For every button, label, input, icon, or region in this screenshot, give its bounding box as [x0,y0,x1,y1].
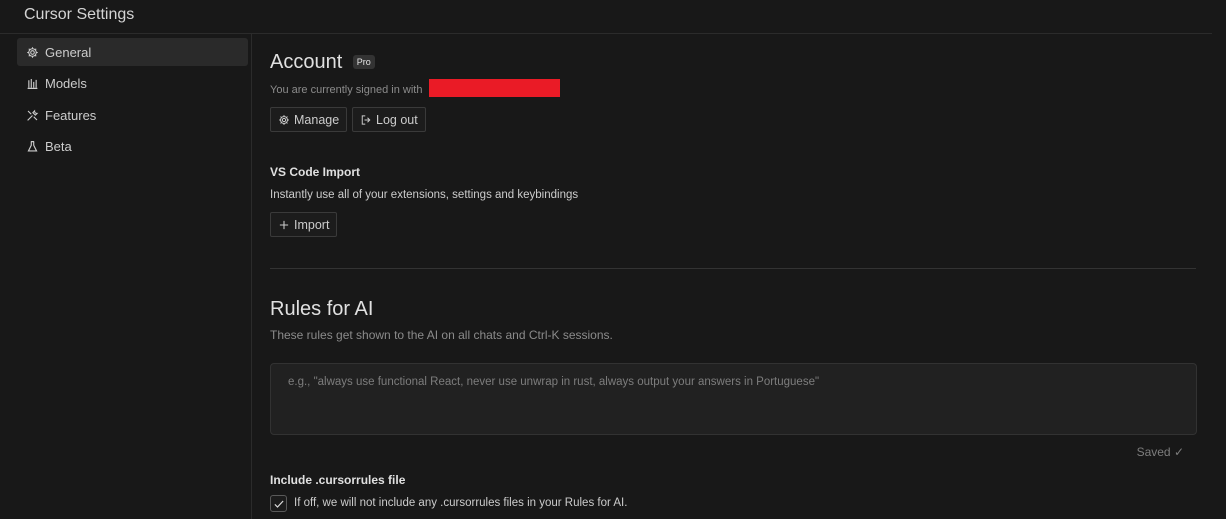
bar-chart-icon [25,76,39,90]
redacted-email [428,79,560,97]
logout-button[interactable]: Log out [352,107,426,132]
rules-title: Rules for AI [270,298,374,320]
gear-icon [278,114,290,126]
sidebar-item-label: Features [45,107,97,123]
sidebar-item-label: General [45,44,92,60]
gear-icon [25,45,39,59]
rules-input[interactable] [270,363,1197,435]
vscode-import-description: Instantly use all of your extensions, se… [270,189,579,201]
import-button[interactable]: Import [270,212,338,237]
sidebar-item-features[interactable]: Features [17,101,248,129]
logout-icon [360,114,372,126]
sidebar-item-beta[interactable]: Beta [17,132,248,160]
sidebar-item-general[interactable]: General [17,38,248,66]
settings-content: Account Pro You are currently signed in … [270,34,1197,519]
logout-label: Log out [376,112,418,127]
sidebar-item-label: Models [45,75,87,91]
plus-icon [278,219,290,231]
plan-badge: Pro [352,54,375,69]
manage-button[interactable]: Manage [270,107,348,132]
settings-sidebar: General Models Features Beta [0,34,252,519]
title-bar: Cursor Settings [0,0,1212,34]
flask-icon [25,139,39,153]
cursorrules-checkbox[interactable] [270,495,287,512]
import-label: Import [294,217,330,232]
account-header: Account Pro [270,51,375,74]
checkmark-icon [273,500,284,508]
rules-description: These rules get shown to the AI on all c… [270,328,613,342]
vscode-import-title: VS Code Import [270,165,361,179]
saved-status: Saved ✓ [1136,445,1184,459]
cursorrules-description: If off, we will not include any .cursorr… [294,497,628,509]
cursorrules-title: Include .cursorrules file [270,473,406,487]
tools-icon [25,108,39,122]
account-title: Account [270,51,343,73]
section-divider [270,268,1196,269]
signed-in-text: You are currently signed in with [270,84,423,97]
manage-label: Manage [294,112,340,127]
signed-in-line: You are currently signed in with [270,79,560,98]
window-title: Cursor Settings [24,6,135,23]
sidebar-item-label: Beta [45,138,72,154]
sidebar-item-models[interactable]: Models [17,69,248,97]
